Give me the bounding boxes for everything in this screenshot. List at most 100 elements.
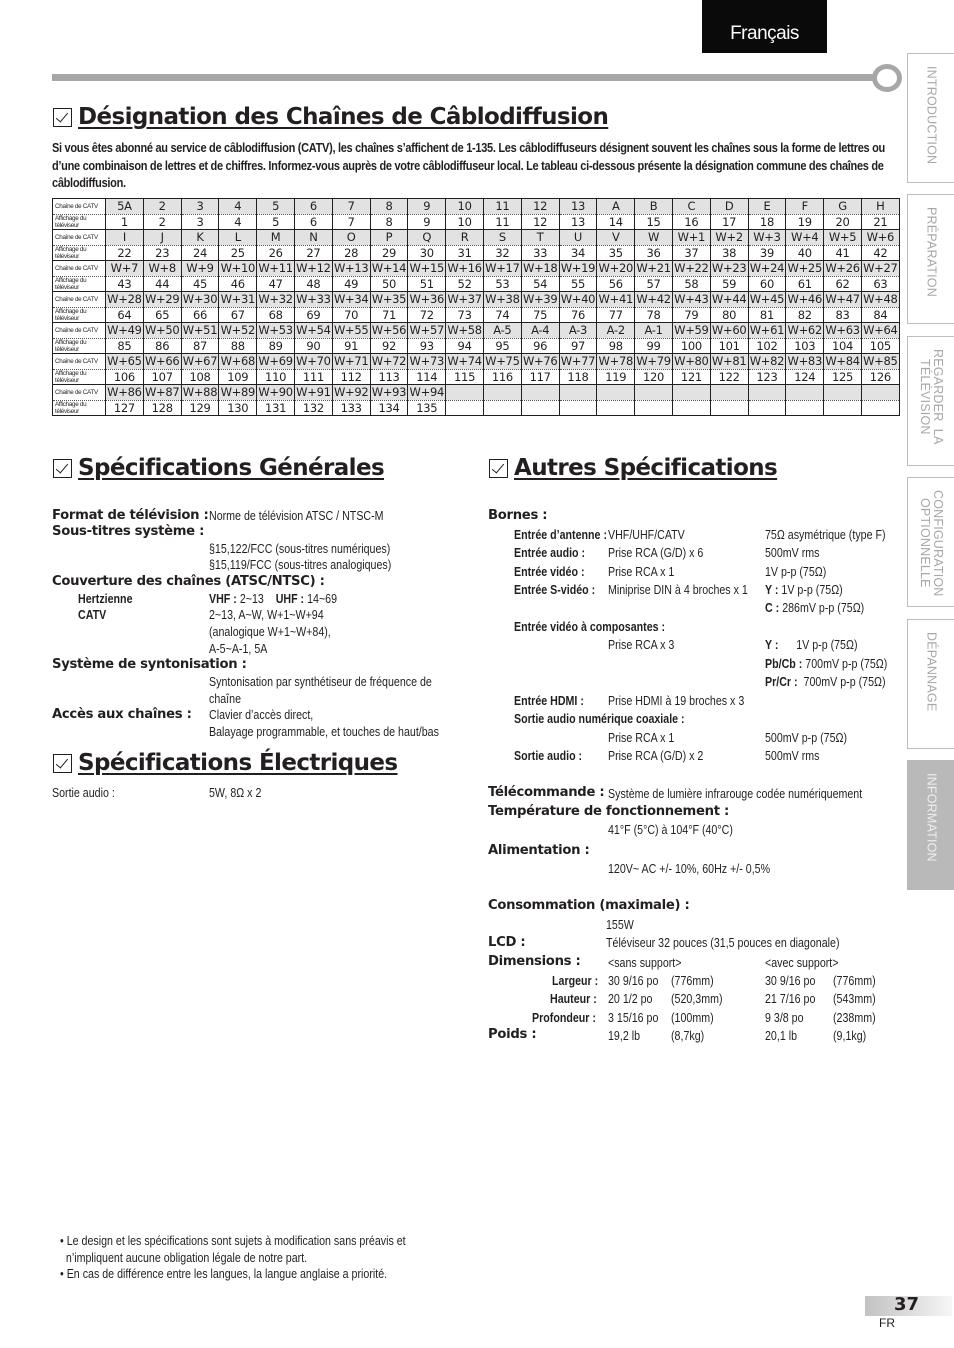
tv-display-cell: 49 xyxy=(331,275,371,292)
tv-display-cell: 121 xyxy=(671,368,711,385)
catv-channel-cell: 5 xyxy=(256,198,295,214)
tv-display-cell: 134 xyxy=(369,399,409,416)
tv-display-cell xyxy=(445,399,484,416)
catv-channel-cell: Q xyxy=(407,229,447,245)
catv-channel-cell: W+56 xyxy=(369,322,409,338)
catv-channel-cell: W+34 xyxy=(331,291,371,307)
catv-channel-cell: W+60 xyxy=(709,322,749,338)
lcd-label: LCD : xyxy=(488,935,526,950)
page-number-bar: 37 xyxy=(865,1294,952,1316)
depth-label: Profondeur : xyxy=(532,1010,596,1025)
access-value-1: Clavier d’accès direct, xyxy=(209,707,314,722)
audio-in-label: Entrée audio : xyxy=(514,545,586,560)
catv-channel-cell: W+80 xyxy=(671,353,711,369)
catv-channel-cell: W+35 xyxy=(369,291,409,307)
catv-channel-cell xyxy=(520,384,560,400)
side-tab-introduction[interactable]: INTRODUCTION xyxy=(907,53,954,183)
catv-channel-cell xyxy=(558,384,598,400)
depth-with-mm: (238mm) xyxy=(833,1010,876,1025)
tv-display-cell xyxy=(823,399,862,416)
catv-channel-cell: W+69 xyxy=(256,353,295,369)
catv-channel-cell: W+91 xyxy=(293,384,333,400)
catv-channel-cell xyxy=(596,384,636,400)
catv-channel-cell: W+61 xyxy=(747,322,787,338)
catv-channel-cell: W+74 xyxy=(445,353,484,369)
tv-display-cell: 84 xyxy=(860,306,900,323)
catv-channel-cell: W+53 xyxy=(256,322,295,338)
consumption-label: Consommation (maximale) : xyxy=(488,898,690,913)
catv-channel-cell: W+68 xyxy=(218,353,258,369)
antenna-spec: 75Ω asymétrique (type F) xyxy=(765,527,886,542)
tv-display-cell: 60 xyxy=(747,275,787,292)
catv-channel-cell: W+89 xyxy=(218,384,258,400)
tv-display-cell: 128 xyxy=(142,399,182,416)
catv-channel-cell: W+81 xyxy=(709,353,749,369)
catv-channel-row: Chaîne de CATV W+49 W+50 W+51 W+52 W+53 W+54 W+… xyxy=(52,322,900,338)
tv-display-cell: 51 xyxy=(407,275,447,292)
catv-channel-cell: A-5 xyxy=(482,322,522,338)
catv-channel-cell: W+57 xyxy=(407,322,447,338)
catv-channel-cell: W+44 xyxy=(709,291,749,307)
tv-display-cell: 50 xyxy=(369,275,409,292)
side-tab-troubleshooting[interactable]: DÉPANNAGE xyxy=(907,619,954,749)
tv-display-cell: 73 xyxy=(445,306,484,323)
tv-display-cell: 66 xyxy=(180,306,220,323)
catv-channel-cell: U xyxy=(558,229,598,245)
catv-channel-cell: W+51 xyxy=(180,322,220,338)
side-tab-preparation[interactable]: PRÉPARATION xyxy=(907,194,954,324)
catv-channel-cell: W+16 xyxy=(445,260,484,276)
access-label: Accès aux chaînes : xyxy=(52,707,192,722)
catv-channel-cell: W+40 xyxy=(558,291,598,307)
tv-display-cell: 30 xyxy=(407,244,447,261)
catv-channel-cell: 13 xyxy=(558,198,598,214)
tv-display-cell: 17 xyxy=(709,213,749,230)
tv-display-cell: 56 xyxy=(596,275,636,292)
tv-display-cell: 19 xyxy=(785,213,825,230)
tv-display-cell: 75 xyxy=(520,306,560,323)
height-with-in: 21 7/16 po xyxy=(765,991,816,1006)
checkbox-icon xyxy=(489,458,508,478)
audio-out-spec: 500mV rms xyxy=(765,748,820,763)
component-y-spec: Y : 1V p-p (75Ω) xyxy=(765,637,858,652)
tv-display-cell: 78 xyxy=(634,306,673,323)
temperature-label: Température de fonctionnement : xyxy=(488,804,729,819)
tv-display-cell: 116 xyxy=(482,368,522,385)
tv-display-cell: 120 xyxy=(634,368,673,385)
tv-display-cell: 86 xyxy=(142,337,182,354)
catv-channel-cell: W+29 xyxy=(142,291,182,307)
catv-range-2: (analogique W+1~W+84), xyxy=(209,624,331,639)
catv-channel-row: Chaîne de CATV W+86 W+87 W+88 W+89 W+90 W+91 W+… xyxy=(52,384,900,400)
catv-channel-cell: W+42 xyxy=(634,291,673,307)
side-tab-information[interactable]: INFORMATION xyxy=(907,760,954,890)
catv-channel-cell: W+19 xyxy=(558,260,598,276)
tv-display-cell xyxy=(596,399,636,416)
catv-channel-cell: A-2 xyxy=(596,322,636,338)
catv-channel-cell xyxy=(785,384,825,400)
tv-display-cell: 74 xyxy=(482,306,522,323)
catv-channel-cell: W+76 xyxy=(520,353,560,369)
tv-display-cell: 130 xyxy=(218,399,258,416)
tv-display-cell: 11 xyxy=(482,213,522,230)
catv-channel-cell: W+30 xyxy=(180,291,220,307)
power-label: Alimentation : xyxy=(488,843,590,858)
tv-display-cell: 125 xyxy=(823,368,862,385)
catv-channel-cell: W xyxy=(634,229,673,245)
catv-channel-cell: W+25 xyxy=(785,260,825,276)
tv-display-row: Affichage du téléviseur 85 86 87 88 89 90 91 92 9… xyxy=(52,337,900,354)
side-tab-watching-tv[interactable]: REGARDER LA TÉLÉVISION xyxy=(907,336,954,466)
tv-display-cell: 29 xyxy=(369,244,409,261)
tv-display-cell: 2 xyxy=(142,213,182,230)
tv-display-cell: 25 xyxy=(218,244,258,261)
catv-channel-cell: A xyxy=(596,198,636,214)
catv-channel-cell: W+15 xyxy=(407,260,447,276)
tv-display-cell: 94 xyxy=(445,337,484,354)
tv-display-cell: 111 xyxy=(293,368,333,385)
catv-channel-cell: E xyxy=(747,198,787,214)
catv-channel-cell: W+43 xyxy=(671,291,711,307)
coax-spec: 500mV p-p (75Ω) xyxy=(765,730,848,745)
tv-display-cell xyxy=(709,399,749,416)
tv-display-cell: 68 xyxy=(256,306,295,323)
side-tab-optional-setup[interactable]: CONFIGURATION OPTIONNELLE xyxy=(907,477,954,607)
component-label: Entrée vidéo à composantes : xyxy=(514,619,666,634)
depth-with-in: 9 3/8 po xyxy=(765,1010,804,1025)
